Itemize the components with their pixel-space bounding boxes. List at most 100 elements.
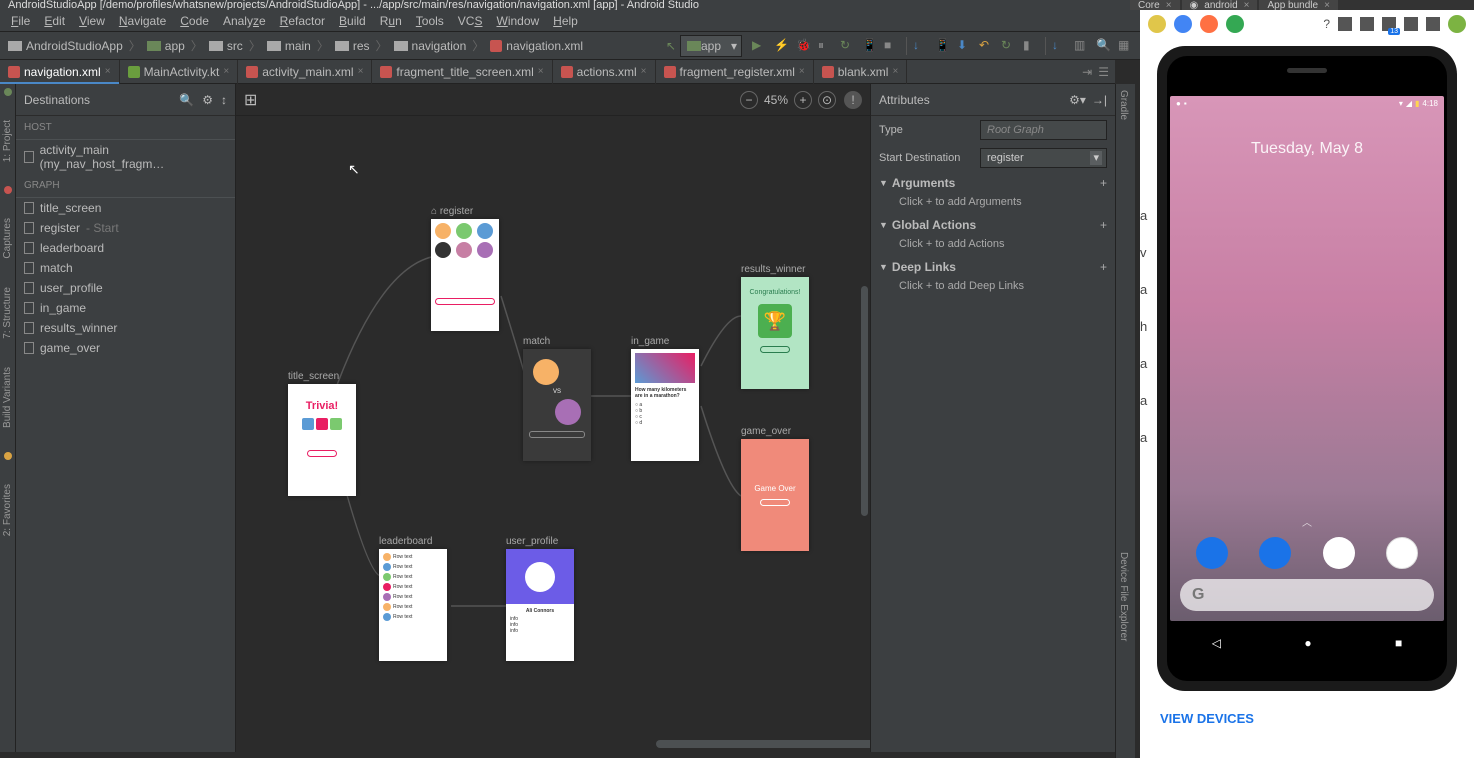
horizontal-scrollbar[interactable] (656, 740, 870, 748)
menu-code[interactable]: Code (173, 12, 216, 30)
crumb[interactable]: AndroidStudioApp (6, 39, 125, 53)
phone-screen[interactable]: ●▪ ▾◢▮4:18 Tuesday, May 8 ︿ G (1170, 96, 1444, 621)
bg-tab[interactable]: ◉ android× (1182, 0, 1258, 10)
favorites-icon[interactable] (4, 452, 12, 460)
vertical-scrollbar[interactable] (861, 286, 868, 516)
redo-icon[interactable]: ↻ (1001, 38, 1017, 54)
menu-icon[interactable]: ☰ (1098, 65, 1109, 79)
captures-tab-icon[interactable] (4, 186, 12, 194)
sort-icon[interactable]: ↕ (221, 93, 227, 107)
messages-app-icon[interactable] (1259, 537, 1291, 569)
nav-node-game-over[interactable]: game_over Game Over (741, 426, 809, 551)
file-tab[interactable]: activity_main.xml× (238, 60, 372, 84)
global-actions-section[interactable]: ▼ Global Actions + (871, 214, 1115, 236)
debug-icon[interactable]: 🐞 (796, 38, 812, 54)
deep-links-section[interactable]: ▼ Deep Links + (871, 256, 1115, 278)
play-store-icon[interactable] (1323, 537, 1355, 569)
toolbar-icon[interactable] (1404, 17, 1418, 31)
file-tab[interactable]: MainActivity.kt× (120, 60, 239, 84)
app-icon[interactable] (1148, 15, 1166, 33)
coverage-icon[interactable]: ↻ (840, 38, 856, 54)
tool-icon[interactable]: ▥ (1074, 38, 1090, 54)
file-tab[interactable]: fragment_register.xml× (656, 60, 814, 84)
sdk-icon[interactable]: ⬇ (957, 38, 973, 54)
crumb[interactable]: src (207, 39, 245, 53)
menu-file[interactable]: File (4, 12, 37, 30)
arguments-section[interactable]: ▼ Arguments + (871, 172, 1115, 194)
menu-build[interactable]: Build (332, 12, 373, 30)
close-icon[interactable]: × (1324, 0, 1330, 11)
nav-node-results-winner[interactable]: results_winner Congratulations! 🏆 (741, 264, 809, 389)
file-tab[interactable]: actions.xml× (553, 60, 656, 84)
menu-refactor[interactable]: Refactor (273, 12, 332, 30)
profiler-icon[interactable]: ⏸ (818, 38, 834, 54)
toolbar-icon[interactable] (1338, 17, 1352, 31)
close-icon[interactable]: × (1244, 0, 1250, 11)
add-icon[interactable]: + (1100, 260, 1107, 274)
app-icon[interactable] (1226, 15, 1244, 33)
home-button[interactable]: ● (1304, 636, 1311, 650)
add-icon[interactable]: + (1100, 218, 1107, 232)
collapse-icon[interactable]: →| (1092, 93, 1107, 107)
menu-vcs[interactable]: VCS (451, 12, 490, 30)
crumb[interactable]: main (265, 39, 313, 53)
captures-tab[interactable]: Captures (2, 214, 13, 263)
module-dropdown[interactable]: app (680, 35, 742, 57)
zoom-in-icon[interactable]: + (794, 91, 812, 109)
avd-icon[interactable]: 📱 (935, 38, 951, 54)
toolbar-icon[interactable]: 13 (1382, 17, 1396, 31)
start-destination-dropdown[interactable]: register (980, 148, 1107, 168)
dest-item[interactable]: user_profile (16, 278, 235, 298)
canvas-viewport[interactable]: ↖ ⌂ register (236, 116, 870, 752)
file-tab[interactable]: blank.xml× (814, 60, 908, 84)
help-icon[interactable]: ? (1323, 17, 1330, 31)
structure-tab[interactable]: 7: Structure (2, 283, 13, 343)
dest-item[interactable]: title_screen (16, 198, 235, 218)
nav-node-match[interactable]: match VS (523, 336, 591, 461)
chrome-app-icon[interactable] (1386, 537, 1418, 569)
new-destination-icon[interactable]: ⊞ (244, 90, 257, 110)
search-icon[interactable]: 🔍 (179, 93, 194, 107)
menu-window[interactable]: Window (489, 12, 546, 30)
attach-icon[interactable]: 📱 (862, 38, 878, 54)
back-button[interactable]: ◁ (1212, 636, 1221, 650)
run-icon[interactable]: ▶ (752, 38, 768, 54)
stop-icon[interactable]: ■ (884, 38, 900, 54)
favorites-tab[interactable]: 2: Favorites (2, 480, 13, 540)
nav-node-register[interactable]: ⌂ register (431, 206, 499, 331)
avatar[interactable] (1448, 15, 1466, 33)
recents-button[interactable]: ■ (1395, 636, 1402, 650)
phone-app-icon[interactable] (1196, 537, 1228, 569)
build-variants-tab[interactable]: Build Variants (2, 363, 13, 432)
nav-node-title-screen[interactable]: title_screen Trivia! (288, 371, 356, 496)
nav-node-user-profile[interactable]: user_profile Ali Connors infoinfoinfo (506, 536, 574, 661)
dest-item[interactable]: register - Start (16, 218, 235, 238)
crumb[interactable]: res (333, 39, 372, 53)
device-file-explorer-tab[interactable]: Device File Explorer (1116, 546, 1131, 647)
zoom-out-icon[interactable]: − (740, 91, 758, 109)
close-icon[interactable]: × (892, 66, 898, 77)
split-icon[interactable]: ⇥ (1082, 65, 1092, 79)
menu-analyze[interactable]: Analyze (216, 12, 273, 30)
dest-item[interactable]: in_game (16, 298, 235, 318)
zoom-fit-icon[interactable]: ⊙ (818, 91, 836, 109)
crumb[interactable]: navigation.xml (488, 39, 585, 53)
apply-changes-icon[interactable]: ⚡ (774, 38, 790, 54)
project-tab[interactable]: 1: Project (2, 116, 13, 166)
file-tab[interactable]: fragment_title_screen.xml× (372, 60, 552, 84)
close-icon[interactable]: × (105, 66, 111, 77)
gradle-tab[interactable]: Gradle (1116, 84, 1131, 126)
search-icon[interactable]: 🔍 (1096, 38, 1112, 54)
back-icon[interactable]: ↖ (666, 39, 676, 53)
nav-node-leaderboard[interactable]: leaderboard Row text Row text Row text R… (379, 536, 447, 661)
undo-icon[interactable]: ↶ (979, 38, 995, 54)
crumb[interactable]: app (145, 39, 187, 53)
dest-item[interactable]: match (16, 258, 235, 278)
menu-tools[interactable]: Tools (409, 12, 451, 30)
tool-icon[interactable]: ▦ (1118, 38, 1134, 54)
app-icon[interactable] (1200, 15, 1218, 33)
dest-item[interactable]: leaderboard (16, 238, 235, 258)
crumb[interactable]: navigation (392, 39, 469, 53)
close-icon[interactable]: × (538, 66, 544, 77)
gear-icon[interactable]: ⚙ (202, 93, 213, 107)
